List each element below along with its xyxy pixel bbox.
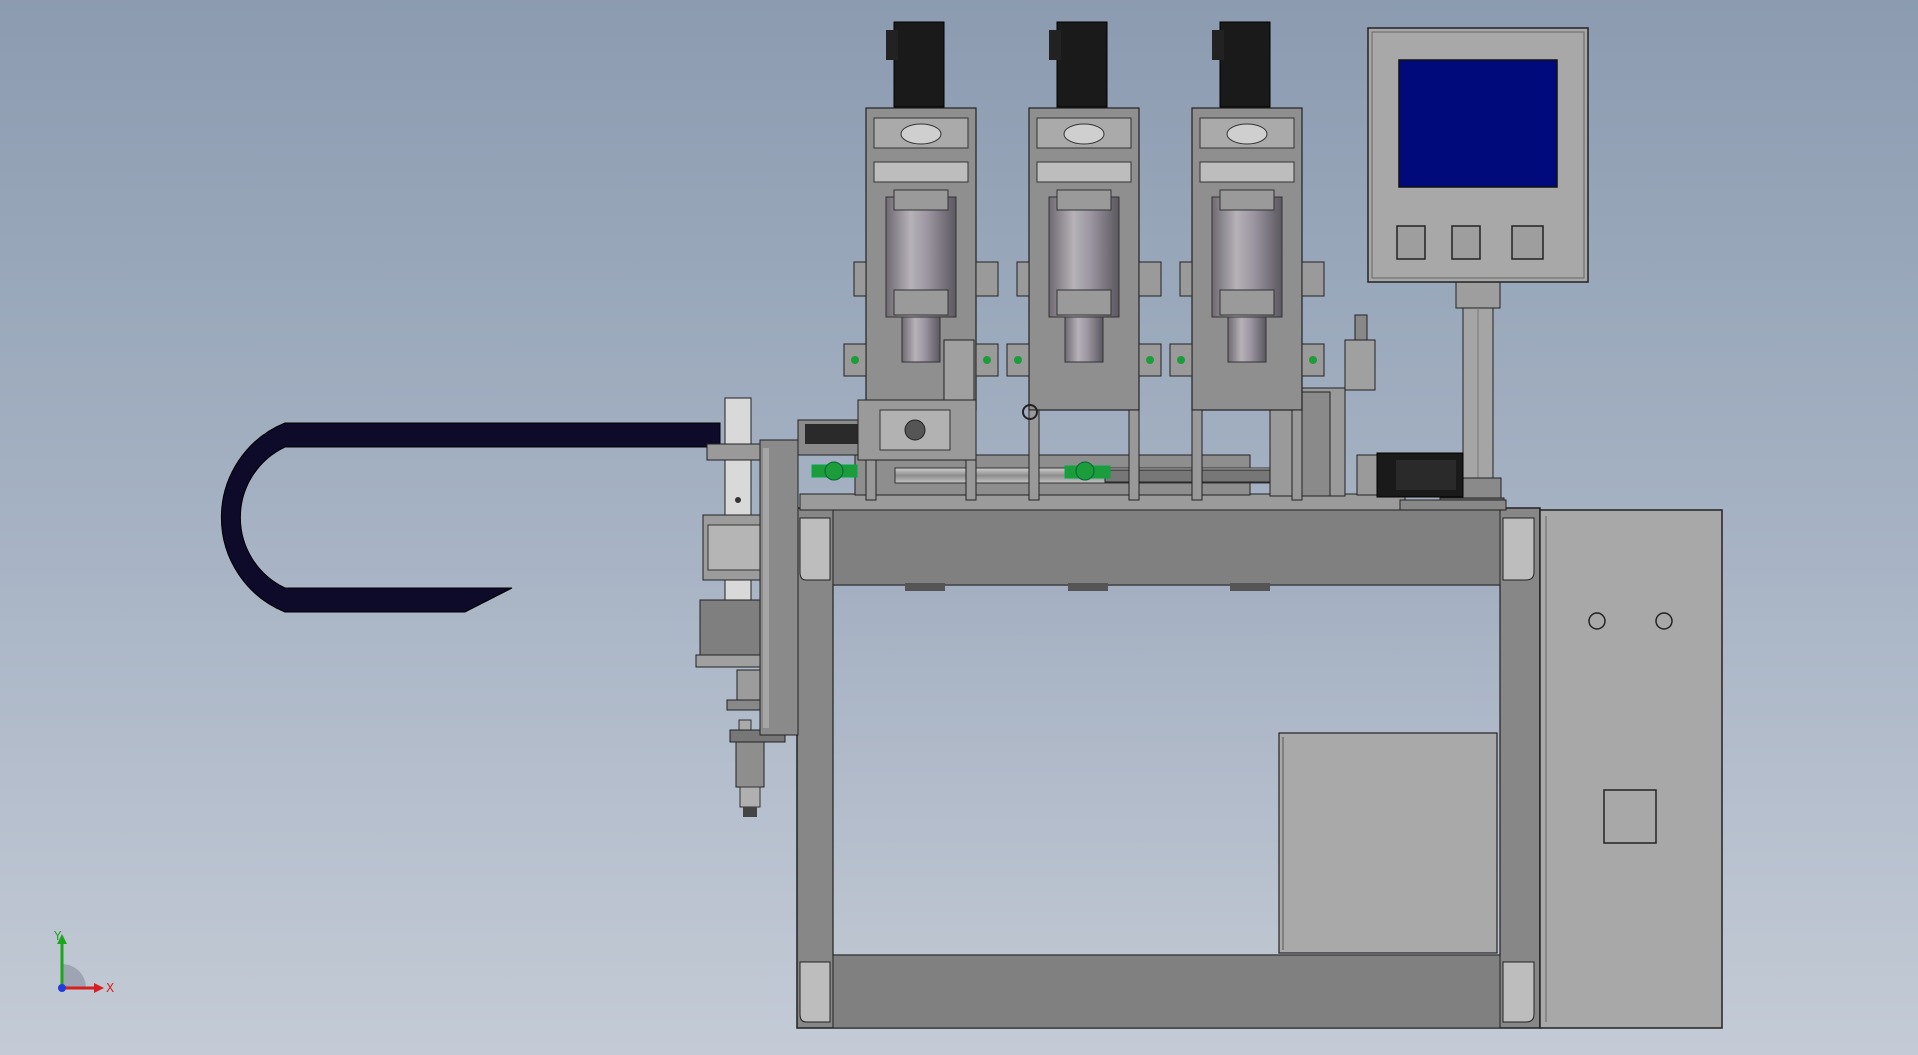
y-axis-label: Y <box>53 930 62 943</box>
machine-assembly-model[interactable] <box>0 0 1918 1055</box>
coordinate-triad: Y X <box>53 930 114 995</box>
hmi-panel <box>1367 27 1589 283</box>
z-axis-origin-icon <box>58 984 66 992</box>
control-cabinet <box>1539 509 1723 1029</box>
hmi-button-2 <box>1451 225 1481 260</box>
cable-drag-chain <box>220 422 721 613</box>
cad-viewport[interactable]: Y X <box>0 0 1918 1055</box>
hmi-button-3 <box>1511 225 1544 260</box>
spindle-unit-2 <box>1006 21 1162 501</box>
hmi-button-1 <box>1396 225 1426 260</box>
x-axis-label: X <box>106 981 114 995</box>
hmi-screen <box>1398 59 1558 188</box>
spindle-unit-3 <box>1169 21 1325 501</box>
machine-frame <box>796 507 1541 1029</box>
